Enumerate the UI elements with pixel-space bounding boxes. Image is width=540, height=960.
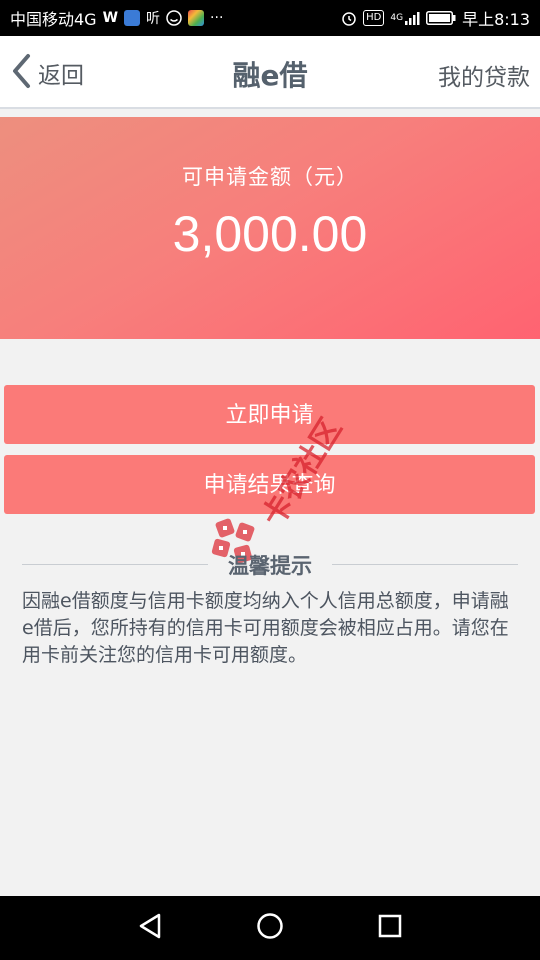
- back-button[interactable]: 返回: [10, 54, 84, 92]
- signal-icon: 4G: [390, 9, 420, 27]
- tips-body: 因融e借额度与信用卡额度均纳入个人信用总额度，申请融e借后，您所持有的信用卡可用…: [22, 590, 509, 666]
- apply-now-button[interactable]: 立即申请: [4, 385, 535, 444]
- screen: 中国移动4G W 听 ··· HD 4G 早上8:13 返回 融e借 我的贷款 …: [0, 0, 540, 960]
- system-back-button[interactable]: [132, 910, 168, 946]
- tips-title: 温馨提示: [228, 554, 312, 578]
- status-bar: 中国移动4G W 听 ··· HD 4G 早上8:13: [0, 0, 540, 36]
- triangle-back-icon: [137, 912, 163, 944]
- tips-divider-right: [332, 564, 518, 565]
- clock-label: 早上8:13: [462, 10, 530, 29]
- application-result-query-button[interactable]: 申请结果查询: [4, 455, 535, 514]
- tips-header: 温馨提示: [22, 548, 518, 580]
- available-amount-card: 可申请金额（元） 3,000.00: [0, 117, 540, 339]
- ting-icon: 听: [146, 11, 161, 27]
- my-loans-link[interactable]: 我的贷款: [438, 58, 530, 92]
- battery-icon: [426, 9, 456, 27]
- alarm-icon: [341, 9, 357, 27]
- status-right: HD 4G 早上8:13: [341, 6, 530, 30]
- status-left: 中国移动4G W 听 ···: [10, 6, 223, 30]
- nav-bar: 返回 融e借 我的贷款: [0, 36, 540, 109]
- back-label: 返回: [38, 63, 84, 89]
- square-recents-icon: [377, 913, 403, 943]
- more-notifications-icon: ···: [210, 10, 224, 26]
- system-nav-bar: [0, 896, 540, 960]
- app-notification-icon: [124, 9, 141, 27]
- chevron-left-icon: [10, 53, 32, 93]
- photo-app-icon: [188, 9, 205, 27]
- system-recents-button[interactable]: [372, 910, 408, 946]
- weibo-icon: W: [102, 10, 119, 26]
- system-home-button[interactable]: [252, 910, 288, 946]
- page-title: 融e借: [232, 59, 308, 92]
- emoji-face-icon: [166, 9, 182, 27]
- hd-icon: HD: [363, 10, 385, 26]
- available-amount-value: 3,000.00: [172, 206, 368, 262]
- carrier-label: 中国移动4G: [10, 10, 97, 29]
- network-type-label: 4G: [390, 13, 404, 23]
- available-amount-label: 可申请金额（元）: [182, 165, 358, 189]
- circle-home-icon: [256, 912, 284, 944]
